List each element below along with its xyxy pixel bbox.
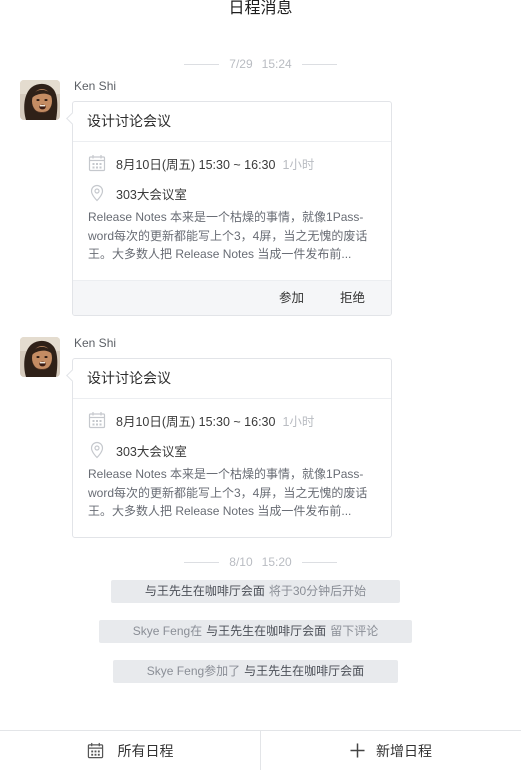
notice-pill[interactable]: Skye Feng在 与王先生在咖啡厅会面 留下评论 bbox=[98, 620, 413, 643]
event-time-row: 8月10日(周五) 15:30 ~ 16:30 1小时 bbox=[88, 154, 377, 172]
notice-pill[interactable]: 与王先生在咖啡厅会面 将于30分钟后开始 bbox=[110, 580, 401, 603]
event-duration: 1小时 bbox=[282, 414, 315, 429]
divider-date: 7/29 bbox=[229, 57, 253, 71]
event-card-footer: 参加 拒绝 bbox=[73, 279, 391, 315]
description-line: 王。大多数人把 Release Notes 当成一件发布前... bbox=[88, 247, 352, 261]
plus-icon bbox=[350, 743, 365, 758]
notice-pill[interactable]: Skye Feng参加了 与王先生在咖啡厅会面 bbox=[112, 660, 399, 683]
schedule-messages-screen: 日程消息 7/29 15:24 Ken Shi 设计讨论会议 8月10日(周五)… bbox=[0, 0, 521, 770]
avatar[interactable] bbox=[20, 337, 60, 377]
decline-button[interactable]: 拒绝 bbox=[322, 281, 383, 315]
tab-label: 所有日程 bbox=[117, 742, 174, 759]
location-pin-icon bbox=[88, 184, 106, 202]
time-divider: 7/29 15:24 bbox=[0, 56, 521, 72]
event-duration: 1小时 bbox=[282, 157, 315, 172]
event-datetime: 8月10日(周五) 15:30 ~ 16:30 bbox=[116, 157, 276, 172]
event-card[interactable]: 设计讨论会议 8月10日(周五) 15:30 ~ 16:30 1小时 303大会… bbox=[72, 101, 392, 316]
event-title: 设计讨论会议 bbox=[73, 359, 391, 399]
divider-date: 8/10 bbox=[229, 555, 253, 569]
avatar[interactable] bbox=[20, 80, 60, 120]
notice-list: 与王先生在咖啡厅会面 将于30分钟后开始 Skye Feng在 与王先生在咖啡厅会面… bbox=[0, 580, 511, 683]
sender-name: Ken Shi bbox=[74, 336, 117, 350]
calendar-icon bbox=[87, 742, 104, 759]
event-location-row: 303大会议室 bbox=[88, 441, 377, 459]
event-location-row: 303大会议室 bbox=[88, 184, 377, 202]
event-time-row: 8月10日(周五) 15:30 ~ 16:30 1小时 bbox=[88, 411, 377, 429]
divider-line bbox=[184, 63, 220, 65]
divider-time: 15:24 bbox=[261, 57, 292, 71]
description-line: word每次的更新都能写上个3，4屏，当之无愧的废话 bbox=[88, 228, 368, 243]
event-description: Release Notes 本来是一个枯燥的事情，就像1Pass- word每次… bbox=[88, 465, 377, 521]
tab-all-schedules[interactable]: 所有日程 bbox=[0, 731, 260, 770]
description-line: 王。大多数人把 Release Notes 当成一件发布前... bbox=[88, 504, 352, 518]
event-title: 设计讨论会议 bbox=[73, 102, 391, 142]
notice-suffix: 留下评论 bbox=[330, 624, 379, 638]
calendar-icon bbox=[88, 411, 106, 429]
description-line: word每次的更新都能写上个3，4屏，当之无愧的废话 bbox=[88, 485, 368, 500]
location-pin-icon bbox=[88, 441, 106, 459]
event-datetime: 8月10日(周五) 15:30 ~ 16:30 bbox=[116, 414, 276, 429]
tab-label: 新增日程 bbox=[376, 742, 432, 759]
event-description: Release Notes 本来是一个枯燥的事情，就像1Pass- word每次… bbox=[88, 208, 377, 264]
notice-suffix: 将于30分钟后开始 bbox=[268, 584, 367, 598]
divider-line bbox=[301, 63, 337, 65]
event-card-body: 8月10日(周五) 15:30 ~ 16:30 1小时 303大会议室 Rele… bbox=[73, 142, 391, 280]
description-line: Release Notes 本来是一个枯燥的事情，就像1Pass- bbox=[88, 467, 364, 481]
sender-name: Ken Shi bbox=[74, 79, 117, 93]
tab-bar: 所有日程 新增日程 bbox=[0, 730, 521, 770]
page-title: 日程消息 bbox=[228, 0, 293, 17]
calendar-icon bbox=[88, 154, 106, 172]
notice-prefix: Skye Feng在 bbox=[132, 624, 203, 638]
avatar-photo bbox=[20, 337, 60, 377]
tab-add-schedule[interactable]: 新增日程 bbox=[260, 731, 521, 770]
notice-prefix: Skye Feng参加了 bbox=[146, 664, 241, 678]
notice-event-name: 与王先生在咖啡厅会面 bbox=[206, 624, 327, 638]
event-card-body: 8月10日(周五) 15:30 ~ 16:30 1小时 303大会议室 Rele… bbox=[73, 399, 391, 537]
divider-line bbox=[301, 561, 337, 563]
divider-time: 15:20 bbox=[261, 555, 292, 569]
time-divider: 8/10 15:20 bbox=[0, 554, 521, 570]
event-location: 303大会议室 bbox=[116, 187, 187, 202]
notice-event-name: 与王先生在咖啡厅会面 bbox=[244, 664, 365, 678]
event-card[interactable]: 设计讨论会议 8月10日(周五) 15:30 ~ 16:30 1小时 303大会… bbox=[72, 358, 392, 538]
event-location: 303大会议室 bbox=[116, 444, 187, 459]
divider-line bbox=[184, 561, 220, 563]
accept-button[interactable]: 参加 bbox=[261, 281, 322, 315]
description-line: Release Notes 本来是一个枯燥的事情，就像1Pass- bbox=[88, 210, 364, 224]
notice-event-name: 与王先生在咖啡厅会面 bbox=[144, 584, 265, 598]
avatar-photo bbox=[20, 80, 60, 120]
